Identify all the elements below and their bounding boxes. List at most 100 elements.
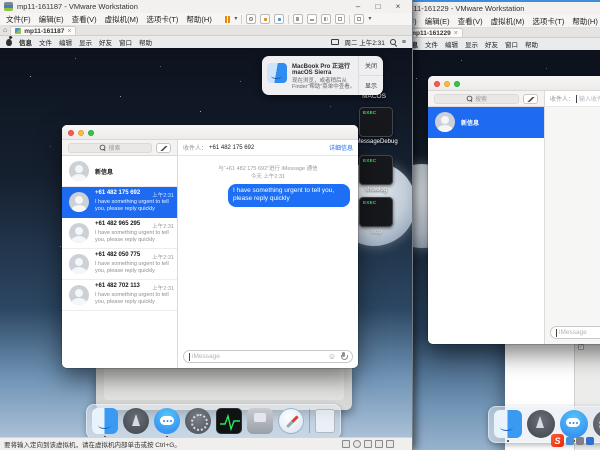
activity-monitor-icon[interactable] xyxy=(216,408,242,434)
menu-messages-app[interactable]: 信息 xyxy=(19,37,32,47)
window-titlebar[interactable] xyxy=(428,76,600,91)
menubar-clock[interactable]: 周二 上午2:31 xyxy=(344,37,384,47)
fullscreen-icon[interactable] xyxy=(335,14,345,24)
menu-vm[interactable]: 虚拟机(M) xyxy=(491,16,525,27)
conversation-row[interactable]: 新信息 xyxy=(428,107,544,138)
desktop-icon-stop[interactable]: EXEC xyxy=(359,197,393,227)
menu-edit[interactable]: 编辑 xyxy=(59,37,72,47)
notification-banner[interactable]: MacBook Pro 正运行 macOS Sierra 现在浏览，或者稍后从 … xyxy=(262,56,383,95)
menu-help[interactable]: 帮助(H) xyxy=(572,16,597,27)
system-preferences-icon[interactable] xyxy=(593,410,600,438)
tab-close-icon[interactable]: × xyxy=(454,30,458,37)
search-input[interactable]: 搜索 xyxy=(434,94,519,104)
to-field[interactable]: 收件人： +61 482 175 692 详细信息 xyxy=(178,140,358,156)
menu-view[interactable]: 显示 xyxy=(465,39,478,49)
messages-icon[interactable] xyxy=(154,408,180,434)
conversation-row[interactable]: +61 482 965 295 上午2:31 I have something … xyxy=(62,218,177,249)
message-input[interactable]: iMessage xyxy=(550,326,600,339)
menu-help[interactable]: 帮助 xyxy=(139,37,152,47)
menu-help[interactable]: 帮助(H) xyxy=(186,14,211,25)
menu-buddies[interactable]: 好友 xyxy=(485,39,498,49)
revert-snapshot-icon[interactable] xyxy=(260,14,270,24)
info-checkbox-row[interactable]: ✓ xyxy=(578,344,600,350)
details-link[interactable]: 详细信息 xyxy=(329,143,353,152)
menu-edit[interactable]: 编辑 xyxy=(445,39,458,49)
cdrom-icon[interactable] xyxy=(353,440,361,448)
network-icon[interactable] xyxy=(364,440,372,448)
message-input[interactable]: iMessage ☺ xyxy=(183,350,353,363)
to-field[interactable]: 收件人： 输入收件人 xyxy=(545,91,600,107)
checkbox-icon[interactable]: ✓ xyxy=(578,344,584,350)
search-input[interactable]: 搜索 xyxy=(68,143,152,153)
menu-file[interactable]: 文件 xyxy=(425,39,438,49)
menu-view[interactable]: 查看(V) xyxy=(72,14,97,25)
menu-window[interactable]: 窗口 xyxy=(505,39,518,49)
menu-tabs[interactable]: 选项卡(T) xyxy=(532,16,564,27)
notification-center-icon[interactable]: ≡ xyxy=(402,39,406,46)
manage-snapshots-icon[interactable] xyxy=(274,14,284,24)
notification-show-button[interactable]: 显示 xyxy=(359,75,383,95)
conversation-row[interactable]: +61 482 175 692 上午2:31 I have something … xyxy=(62,187,177,218)
show-library-icon[interactable] xyxy=(293,14,303,24)
menu-edit[interactable]: 编辑(E) xyxy=(39,14,64,25)
sogou-mic-icon[interactable] xyxy=(586,437,594,445)
home-icon[interactable]: ⌂ xyxy=(3,27,7,35)
vm-tab[interactable]: mp11-161187 × xyxy=(10,26,76,35)
view-dropdown-icon[interactable]: ▾ xyxy=(368,16,371,22)
launchpad-icon[interactable] xyxy=(123,408,149,434)
minimize-button[interactable] xyxy=(78,130,84,136)
message-log-icon[interactable] xyxy=(386,440,394,448)
take-snapshot-icon[interactable] xyxy=(246,14,256,24)
close-button[interactable] xyxy=(434,81,440,87)
maximize-button[interactable]: □ xyxy=(368,1,388,13)
spotlight-icon[interactable] xyxy=(390,39,397,46)
conversation-row[interactable]: +61 482 702 113 上午2:31 I have something … xyxy=(62,280,177,311)
desktop-icon-imessagedebug[interactable]: EXEC xyxy=(359,107,393,137)
apple-icon[interactable] xyxy=(6,39,12,46)
minimize-button[interactable] xyxy=(444,81,450,87)
unity-view-icon[interactable] xyxy=(354,14,364,24)
usb-icon[interactable] xyxy=(375,440,383,448)
display-status-icon[interactable] xyxy=(331,39,339,45)
harddisk-icon[interactable] xyxy=(342,440,350,448)
desktop-icon-showlog[interactable]: EXEC xyxy=(359,155,393,185)
safari-icon[interactable] xyxy=(278,408,304,434)
zoom-button[interactable] xyxy=(88,130,94,136)
conversation-row[interactable]: +61 482 050 775 上午2:31 I have something … xyxy=(62,249,177,280)
conversation-row[interactable]: 新信息 xyxy=(62,156,177,187)
system-preferences-icon[interactable] xyxy=(185,408,211,434)
menu-help[interactable]: 帮助 xyxy=(525,39,538,49)
trash-icon[interactable] xyxy=(315,409,335,433)
close-button[interactable] xyxy=(68,130,74,136)
close-button[interactable]: × xyxy=(388,1,408,13)
console-view-icon[interactable] xyxy=(321,14,331,24)
menu-tabs[interactable]: 选项卡(T) xyxy=(146,14,178,25)
tab-close-icon[interactable]: × xyxy=(67,28,71,35)
zoom-button[interactable] xyxy=(454,81,460,87)
finder-icon[interactable] xyxy=(494,410,522,438)
compose-button[interactable] xyxy=(156,143,171,153)
window-titlebar[interactable]: mp11-161229 - VMware Workstation xyxy=(386,2,600,15)
menu-file[interactable]: 文件(F) xyxy=(6,14,31,25)
thumbnail-bar-icon[interactable] xyxy=(307,14,317,24)
finder-icon[interactable] xyxy=(92,408,118,434)
compose-button[interactable] xyxy=(523,94,538,104)
sogou-keyboard-icon[interactable] xyxy=(566,437,574,445)
menu-view[interactable]: 查看(V) xyxy=(458,16,483,27)
sogou-logo[interactable]: S xyxy=(551,434,564,447)
menu-file[interactable]: 文件 xyxy=(39,37,52,47)
menu-vm[interactable]: 虚拟机(M) xyxy=(105,14,139,25)
menu-buddies[interactable]: 好友 xyxy=(99,37,112,47)
window-titlebar[interactable] xyxy=(62,125,358,140)
window-titlebar[interactable]: mp11-161187 - VMware Workstation – □ × xyxy=(0,0,412,13)
power-dropdown-icon[interactable]: ▾ xyxy=(234,16,237,22)
minimize-button[interactable]: – xyxy=(348,1,368,13)
pause-button[interactable] xyxy=(225,16,231,23)
mic-icon[interactable] xyxy=(340,352,347,362)
sogou-skin-icon[interactable] xyxy=(576,437,584,445)
notification-close-button[interactable]: 关闭 xyxy=(359,56,383,75)
menu-window[interactable]: 窗口 xyxy=(119,37,132,47)
utility-icon[interactable] xyxy=(247,408,273,434)
emoji-icon[interactable]: ☺ xyxy=(328,353,336,361)
menu-view[interactable]: 显示 xyxy=(79,37,92,47)
